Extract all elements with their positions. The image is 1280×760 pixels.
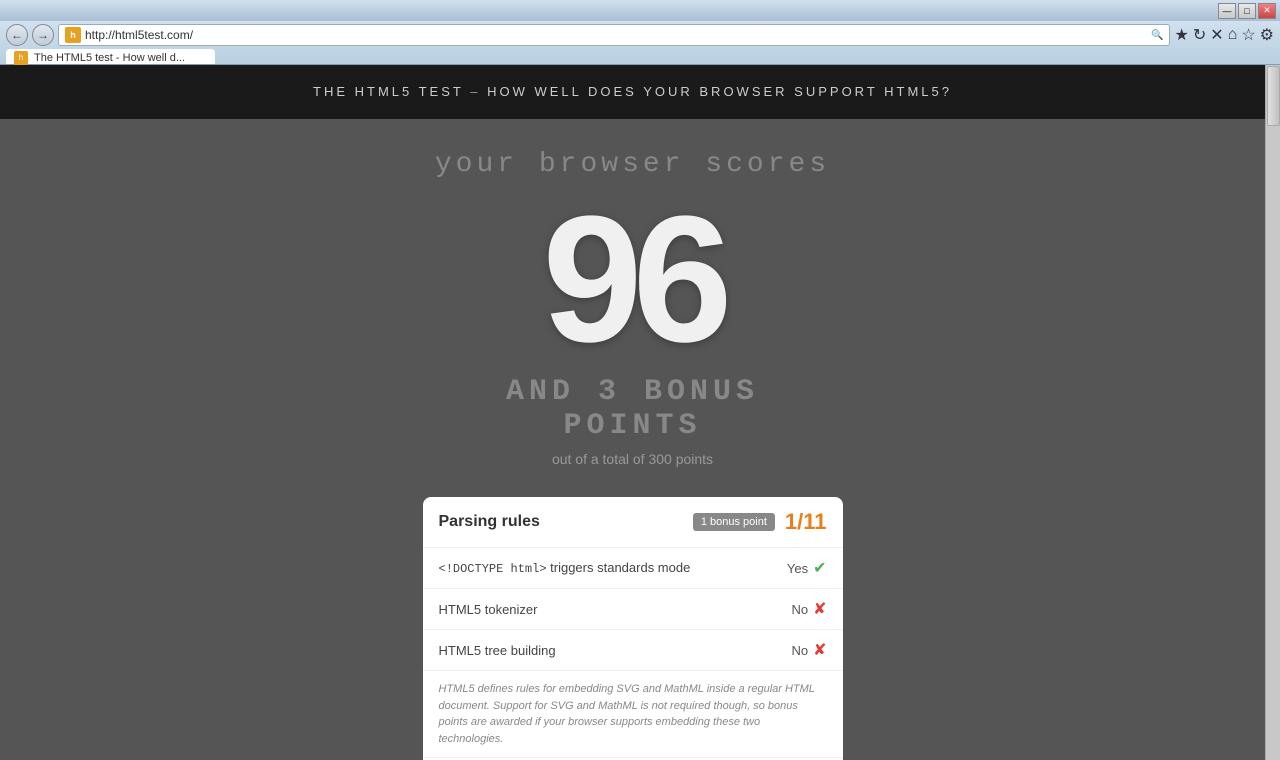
- row-result: No ✘: [791, 640, 826, 660]
- result-text: No: [791, 643, 808, 658]
- page-content: THE HTML5 TEST – HOW WELL DOES YOUR BROW…: [0, 65, 1265, 760]
- section-header-right: 1 bonus point 1/11: [693, 509, 827, 535]
- check-icon: ✔: [813, 558, 826, 578]
- tab-favicon: h: [14, 51, 28, 65]
- table-row: HTML5 tokenizer No ✘: [423, 589, 843, 630]
- reload-button[interactable]: ↻: [1193, 25, 1206, 45]
- stop-button[interactable]: ✕: [1210, 25, 1223, 45]
- bonus-line1: AND 3 BONUS: [506, 375, 759, 409]
- forward-button[interactable]: →: [32, 24, 54, 46]
- table-row: <!DOCTYPE html> triggers standards mode …: [423, 548, 843, 589]
- section-score-badge: 1/11: [785, 509, 827, 535]
- bonus-badge: 1 bonus point: [693, 513, 775, 531]
- scrollbar[interactable]: [1265, 65, 1280, 760]
- active-tab[interactable]: h The HTML5 test - How well d...: [6, 49, 215, 64]
- section-title: Parsing rules: [439, 513, 540, 531]
- row-result: Yes ✔: [787, 558, 827, 578]
- row-result: No ✘: [791, 599, 826, 619]
- minimize-button[interactable]: —: [1218, 3, 1236, 19]
- bonus-line2: POINTS: [563, 409, 701, 443]
- tab-title: The HTML5 test - How well d...: [34, 52, 185, 64]
- bonus-text: AND 3 BONUS POINTS: [20, 375, 1245, 443]
- cross-icon: ✘: [813, 599, 826, 619]
- bookmark-star-icon[interactable]: ★: [1174, 25, 1188, 45]
- tab-bar: h The HTML5 test - How well d...: [0, 49, 1280, 64]
- result-text: Yes: [787, 561, 808, 576]
- bonus-note: HTML5 defines rules for embedding SVG an…: [423, 671, 843, 758]
- main-area: your browser scores 96 AND 3 BONUS POINT…: [0, 119, 1265, 760]
- home-icon[interactable]: ⌂: [1228, 26, 1238, 44]
- browser-scores-label: your browser scores: [20, 149, 1245, 180]
- favorites-icon[interactable]: ☆: [1241, 25, 1255, 45]
- parsing-rules-card: Parsing rules 1 bonus point 1/11 <!DOCTY…: [423, 497, 843, 760]
- page-header-text: THE HTML5 TEST – HOW WELL DOES YOUR BROW…: [313, 84, 952, 99]
- tools-icon[interactable]: ⚙: [1260, 25, 1274, 45]
- header-dash: –: [470, 84, 487, 99]
- address-bar[interactable]: h http://html5test.com/ 🔍: [58, 24, 1170, 46]
- address-text: http://html5test.com/: [85, 28, 1147, 42]
- score-number: 96: [20, 190, 1245, 370]
- page-header: THE HTML5 TEST – HOW WELL DOES YOUR BROW…: [0, 65, 1265, 119]
- section-header: Parsing rules 1 bonus point 1/11: [423, 497, 843, 548]
- close-button[interactable]: ✕: [1258, 3, 1276, 19]
- scrollbar-thumb[interactable]: [1267, 66, 1280, 126]
- row-label: <!DOCTYPE html> triggers standards mode: [439, 560, 787, 576]
- back-button[interactable]: ←: [6, 24, 28, 46]
- title-bar: — □ ✕: [0, 0, 1280, 21]
- nav-right-icons: ★ ↻ ✕ ⌂ ☆ ⚙: [1174, 25, 1274, 45]
- header-title: THE HTML5 TEST: [313, 84, 464, 99]
- row-label: HTML5 tree building: [439, 643, 792, 658]
- address-search-icon: 🔍: [1151, 30, 1163, 41]
- site-favicon: h: [65, 27, 81, 43]
- window-controls[interactable]: — □ ✕: [1218, 3, 1276, 19]
- table-row: HTML5 tree building No ✘: [423, 630, 843, 671]
- out-of-text: out of a total of 300 points: [20, 451, 1245, 467]
- row-label: HTML5 tokenizer: [439, 602, 792, 617]
- header-subtitle: HOW WELL DOES YOUR BROWSER SUPPORT HTML5…: [487, 84, 952, 99]
- browser-chrome: — □ ✕ ← → h http://html5test.com/ 🔍 ★ ↻ …: [0, 0, 1280, 65]
- cross-icon: ✘: [813, 640, 826, 660]
- maximize-button[interactable]: □: [1238, 3, 1256, 19]
- nav-bar: ← → h http://html5test.com/ 🔍 ★ ↻ ✕ ⌂ ☆ …: [0, 21, 1280, 49]
- result-text: No: [791, 602, 808, 617]
